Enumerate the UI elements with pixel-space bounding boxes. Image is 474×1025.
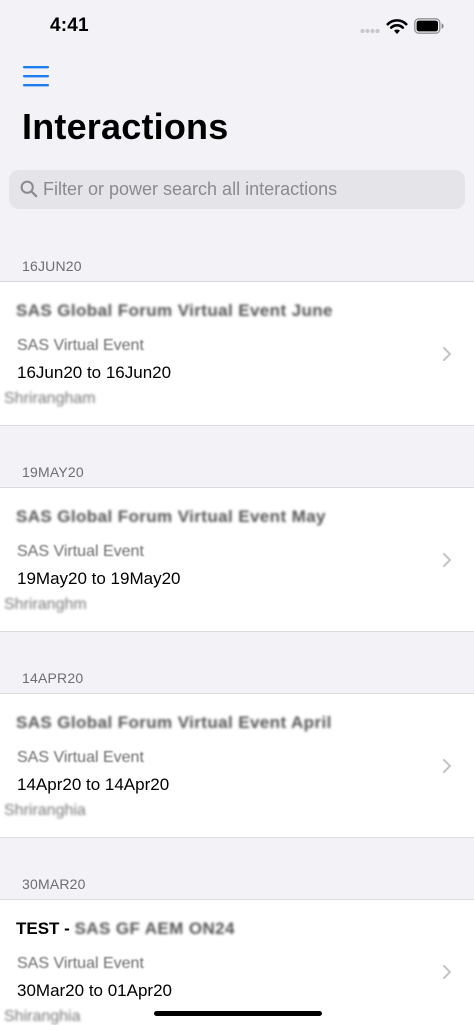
interaction-dates: 19May20 to 19May20 [17, 569, 181, 588]
interaction-host: Shriranghia [4, 802, 86, 819]
hamburger-menu-icon [23, 66, 49, 87]
interaction-host: Shriranghm [4, 596, 87, 613]
search-bar[interactable] [9, 170, 465, 209]
section-header-16jun20: 16JUN20 [22, 258, 82, 274]
interaction-title: SAS Global Forum Virtual Event June [16, 301, 333, 320]
interaction-dates: 30Mar20 to 01Apr20 [17, 981, 172, 1000]
interactions-screen: 4:41 Interactions Filter or power search… [0, 0, 474, 1025]
interaction-type: SAS Virtual Event [17, 337, 144, 354]
status-time: 4:41 [50, 15, 89, 36]
section-header-19may20: 19MAY20 [22, 464, 84, 480]
interaction-row[interactable]: SAS Global Forum Virtual Event June SAS … [0, 281, 474, 426]
interaction-row[interactable]: SAS Global Forum Virtual Event April SAS… [0, 693, 474, 838]
interaction-type: SAS Virtual Event [17, 749, 144, 766]
interaction-title: SAS Global Forum Virtual Event May [16, 507, 326, 526]
interaction-host: Shiranghia [4, 1008, 81, 1025]
menu-button[interactable] [18, 62, 52, 92]
chevron-right-icon [443, 759, 451, 773]
status-bar: 4:41 [0, 0, 474, 50]
interaction-type: SAS Virtual Event [17, 543, 144, 560]
search-icon [20, 180, 38, 198]
home-indicator[interactable] [154, 1011, 322, 1016]
section-header-30mar20: 30MAR20 [22, 876, 86, 892]
interaction-type: SAS Virtual Event [17, 955, 144, 972]
interaction-title: TEST - SAS GF AEM ON24 [16, 919, 235, 938]
section-header-14apr20: 14APR20 [22, 670, 84, 686]
interaction-title: SAS Global Forum Virtual Event April [16, 713, 332, 732]
interaction-dates: 16Jun20 to 16Jun20 [17, 363, 172, 382]
chevron-right-icon [443, 347, 451, 361]
interaction-dates: 14Apr20 to 14Apr20 [17, 775, 170, 794]
page-title: Interactions [22, 106, 229, 147]
cellular-signal-icon [360, 29, 380, 33]
chevron-right-icon [443, 553, 451, 567]
wifi-icon [386, 19, 408, 34]
interaction-row[interactable]: TEST - SAS GF AEM ON24 SAS Virtual Event… [0, 899, 474, 1025]
battery-icon [414, 18, 444, 34]
interaction-row[interactable]: SAS Global Forum Virtual Event May SAS V… [0, 487, 474, 632]
search-input[interactable] [43, 170, 453, 209]
chevron-right-icon [443, 965, 451, 979]
interaction-host: Shrirangham [4, 390, 96, 407]
